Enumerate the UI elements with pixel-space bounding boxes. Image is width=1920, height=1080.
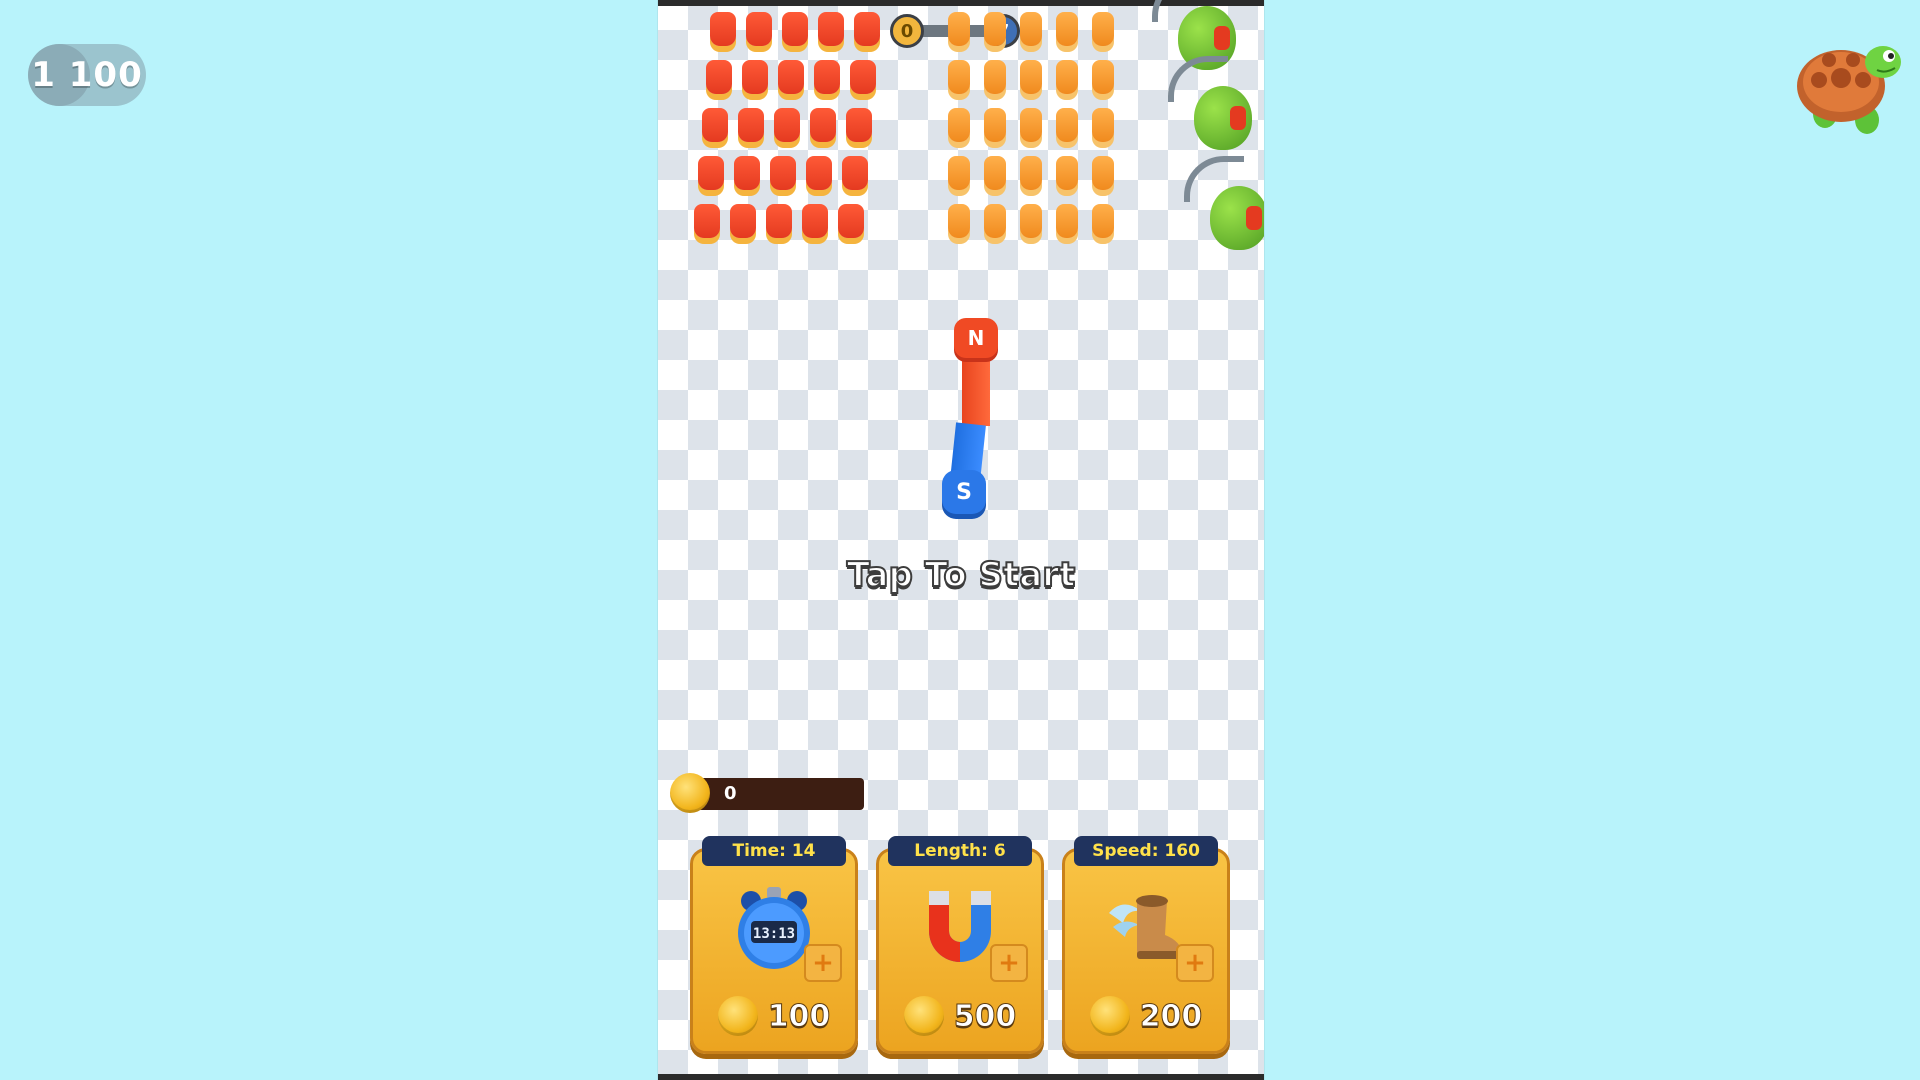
coin-icon [717,996,758,1036]
upgrade-price-value: 200 [1139,998,1203,1034]
pin-icon [984,156,1006,190]
pin-icon [1092,60,1114,94]
coin-icon [903,996,944,1036]
plus-icon: + [804,944,842,982]
magnet-north-cap: N [954,318,998,358]
pin-icon [838,204,864,238]
pin-icon [706,60,732,94]
pin-icon [1020,12,1042,46]
upgrade-price: 500 [876,996,1044,1036]
upgrade-price-value: 100 [767,998,831,1034]
pin-icon [770,156,796,190]
pin-icon [774,108,800,142]
pin-icon [1020,60,1042,94]
pin-icon [742,60,768,94]
coin-balance: 0 [670,772,866,814]
magnet-south-cap: S [942,470,986,514]
pin-icon [1056,204,1078,238]
pin-icon [1092,156,1114,190]
pin-icon [702,108,728,142]
coin-icon [1089,996,1130,1036]
game-viewport[interactable]: 0 7 N S Tap To Start 0 Time: 14 [658,0,1264,1080]
pin-icon [734,156,760,190]
pin-icon [984,204,1006,238]
pin-icon [850,60,876,94]
pin-icon [806,156,832,190]
pin-icon [948,60,970,94]
pin-icon [782,12,808,46]
pin-icon [948,204,970,238]
pin-icon [698,156,724,190]
pin-icon [802,204,828,238]
coin-balance-value: 0 [724,782,737,804]
upgrade-card-title: Time: 14 [702,836,846,866]
pin-icon [984,60,1006,94]
game-screen: 1 100 0 7 [0,0,1920,1080]
upgrade-price-value: 500 [953,998,1017,1034]
pin-icon [694,204,720,238]
pin-icon [810,108,836,142]
pin-icon [1020,204,1042,238]
pin-icon [1092,108,1114,142]
turtle-icon[interactable] [1785,28,1905,148]
current-level-badge: 0 [890,14,924,48]
pin-icon [1056,108,1078,142]
pin-icon [842,156,868,190]
pin-icon [1092,204,1114,238]
upgrade-price: 200 [1062,996,1230,1036]
pin-icon [1056,156,1078,190]
pin-icon [766,204,792,238]
pin-icon [1092,12,1114,46]
upgrade-card-title: Speed: 160 [1074,836,1218,866]
pin-icon [1020,156,1042,190]
pin-icon [984,12,1006,46]
pin-icon [984,108,1006,142]
pin-icon [778,60,804,94]
pin-icon [746,12,772,46]
plus-icon: + [990,944,1028,982]
score-counter: 1 100 [28,44,146,106]
pin-icon [854,12,880,46]
pin-icon [814,60,840,94]
upgrade-card-title: Length: 6 [888,836,1032,866]
pin-icon [738,108,764,142]
pin-icon [818,12,844,46]
coin-icon [670,773,710,813]
grenade-icon [1168,56,1252,150]
pin-icon [1056,60,1078,94]
magnet-player[interactable]: N S [942,318,998,518]
pin-icon [1020,108,1042,142]
pin-icon [948,108,970,142]
tap-to-start-prompt[interactable]: Tap To Start [658,554,1264,596]
pin-icon [730,204,756,238]
stopwatch-display: 13:13 [753,926,795,942]
upgrade-card-speed[interactable]: Speed: 160 + 200 [1062,836,1230,1054]
score-counter-value: 1 100 [31,55,143,95]
pin-icon [948,156,970,190]
grenade-icon [1184,156,1264,250]
pin-icon [948,12,970,46]
upgrade-price: 100 [690,996,858,1036]
upgrade-card-time[interactable]: Time: 14 13:13 + 100 [690,836,858,1054]
plus-icon: + [1176,944,1214,982]
upgrade-card-length[interactable]: Length: 6 + 500 [876,836,1044,1054]
pin-icon [1056,12,1078,46]
coin-balance-bar [688,778,864,810]
pin-icon [710,12,736,46]
pin-icon [846,108,872,142]
